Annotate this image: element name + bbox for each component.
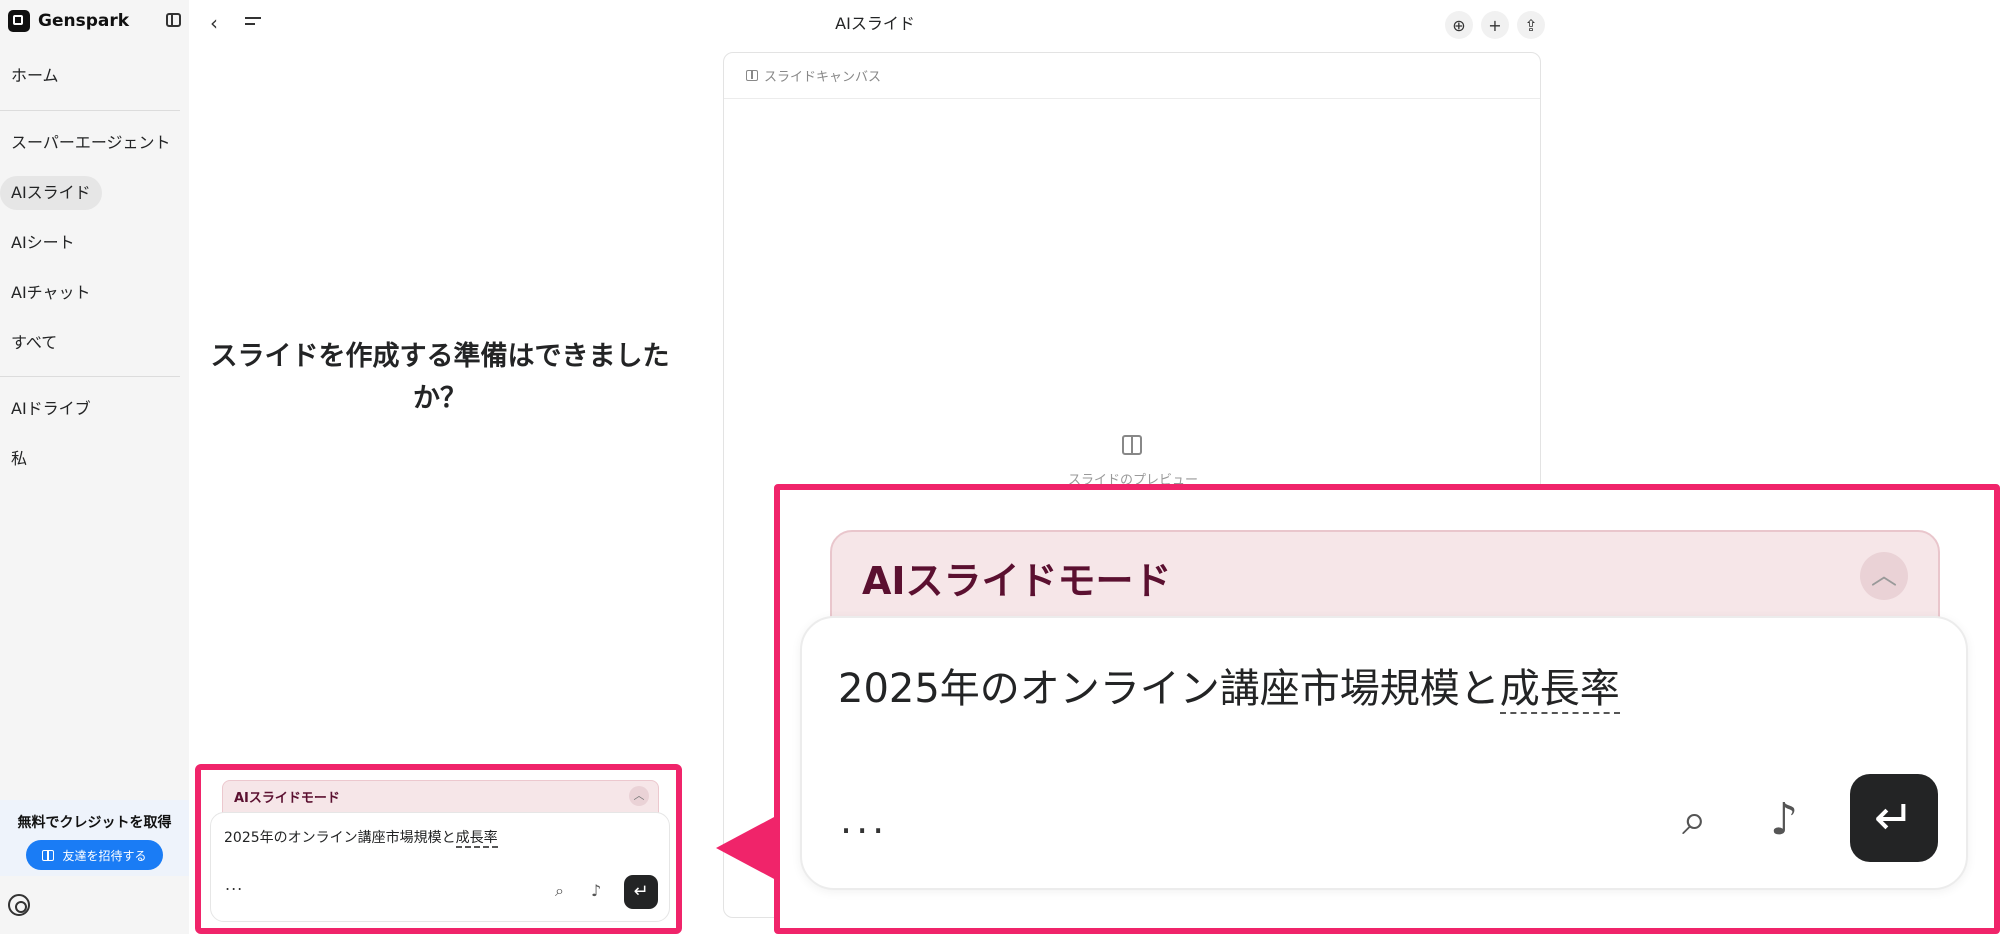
sidebar: Genspark ホーム スーパーエージェント AIスライド AIシート AIチ…	[0, 0, 189, 934]
attach-icon[interactable]: ⌕	[555, 881, 564, 901]
sidebar-item-home[interactable]: ホーム	[0, 59, 70, 93]
zoom-send-button: ↵	[1850, 774, 1938, 862]
chevron-up-icon[interactable]: ︿	[629, 786, 649, 806]
zoom-prompt-input: 2025年のオンライン講座市場規模と成長率 ... ⌕ ♪ ↵	[800, 616, 1968, 890]
prompt-text[interactable]: 2025年のオンライン講座市場規模と成長率	[224, 827, 498, 848]
zoom-more-options-icon: ...	[840, 798, 889, 842]
canvas-header: スライドキャンバス	[724, 53, 1540, 99]
send-button[interactable]: ↵	[624, 875, 658, 909]
credit-promo: 無料でクレジットを取得 友達を招待する	[0, 800, 189, 876]
zoom-attach-icon: ⌕	[1682, 794, 1707, 845]
microphone-icon[interactable]: ♪	[591, 881, 601, 900]
sidebar-item-ai-drive[interactable]: AIドライブ	[0, 392, 102, 426]
book-icon	[746, 70, 758, 81]
prompt-text-main: 2025年のオンライン講座市場規模と	[224, 830, 456, 846]
sidebar-item-me[interactable]: 私	[0, 442, 38, 476]
sidebar-item-all[interactable]: すべて	[0, 326, 68, 360]
share-icon[interactable]: ⇪	[1517, 11, 1545, 39]
zoom-prompt-text-main: 2025年のオンライン講座市場規模と	[838, 666, 1500, 712]
globe-icon[interactable]: ⊕	[1445, 11, 1473, 39]
sidebar-divider	[0, 110, 180, 111]
invite-friends-button[interactable]: 友達を招待する	[26, 840, 163, 870]
sidebar-item-ai-sheets[interactable]: AIシート	[0, 226, 86, 260]
canvas-header-label: スライドキャンバス	[764, 70, 882, 85]
sidebar-item-super-agent[interactable]: スーパーエージェント	[0, 126, 182, 160]
settings-icon[interactable]	[8, 894, 30, 916]
sidebar-item-ai-chat[interactable]: AIチャット	[0, 276, 102, 310]
top-actions: ⊕ + ⇪	[1445, 11, 1545, 39]
mode-label: AIスライドモード	[234, 791, 340, 806]
promo-title: 無料でクレジットを取得	[17, 815, 172, 831]
prompt-input[interactable]: 2025年のオンライン講座市場規模と成長率 ... ⌕ ♪ ↵	[210, 812, 670, 922]
gift-icon	[42, 849, 55, 861]
more-options-icon[interactable]: ...	[225, 875, 243, 894]
sidebar-item-ai-slides[interactable]: AIスライド	[0, 176, 102, 210]
zoom-mode-label: AIスライドモード	[862, 559, 1172, 603]
zoom-prompt-text-underlined: 成長率	[1499, 666, 1620, 714]
invite-friends-label: 友達を招待する	[62, 848, 147, 863]
zoom-microphone-icon: ♪	[1770, 794, 1799, 845]
callout-arrow	[716, 816, 776, 880]
prompt-text-underlined: 成長率	[455, 830, 498, 848]
zoom-prompt-text: 2025年のオンライン講座市場規模と成長率	[838, 656, 1620, 714]
plus-icon[interactable]: +	[1481, 11, 1509, 39]
sidebar-divider	[0, 376, 180, 377]
zoom-chevron-up-icon: ︿	[1860, 552, 1908, 600]
main-heading: スライドを作成する準備はできましたか？	[210, 341, 670, 414]
slide-preview-icon	[1122, 435, 1142, 455]
